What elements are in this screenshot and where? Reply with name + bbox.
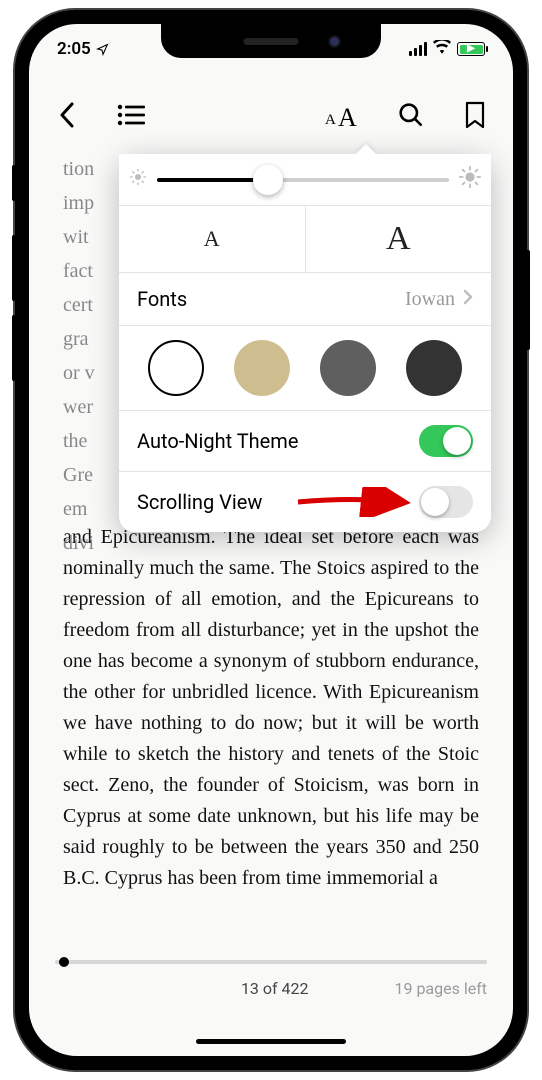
fonts-label: Fonts — [137, 287, 187, 311]
page-text-visible: and Epicureanism. The ideal set before e… — [63, 522, 479, 894]
fonts-value: Iowan — [405, 288, 455, 311]
brightness-low-icon — [129, 168, 147, 191]
table-of-contents-button[interactable] — [113, 97, 149, 133]
search-button[interactable] — [393, 97, 429, 133]
brightness-slider[interactable] — [157, 178, 449, 182]
battery-icon: ▶ — [457, 42, 485, 56]
home-indicator[interactable] — [196, 1039, 346, 1044]
page-text-obscured: tion imp wit fact cert gra or v wer the … — [63, 152, 95, 560]
theme-white-button[interactable] — [148, 340, 204, 396]
cellular-signal-icon — [409, 42, 427, 56]
reader-toolbar: AA — [29, 88, 513, 142]
back-button[interactable] — [49, 97, 85, 133]
appearance-button[interactable]: AA — [321, 97, 365, 133]
theme-dark-button[interactable] — [406, 340, 462, 396]
reading-progress-thumb[interactable] — [59, 957, 69, 967]
device-notch — [161, 24, 381, 58]
scrolling-view-toggle[interactable] — [419, 486, 473, 518]
page-counter: 13 of 422 — [155, 979, 394, 998]
brightness-thumb[interactable] — [253, 165, 283, 195]
brightness-high-icon — [459, 166, 481, 193]
page-footer: 13 of 422 19 pages left — [29, 979, 513, 998]
font-size-row: A A — [119, 206, 491, 273]
theme-sepia-button[interactable] — [234, 340, 290, 396]
wifi-icon — [433, 40, 451, 58]
decrease-font-button[interactable]: A — [119, 212, 305, 266]
theme-gray-button[interactable] — [320, 340, 376, 396]
pages-left: 19 pages left — [394, 979, 487, 998]
bookmark-button[interactable] — [457, 97, 493, 133]
brightness-slider-row — [119, 154, 491, 206]
chevron-right-icon — [463, 288, 473, 311]
auto-night-label: Auto-Night Theme — [137, 429, 419, 453]
reading-progress-bar[interactable] — [55, 960, 487, 964]
svg-text:A: A — [338, 103, 357, 128]
auto-night-row: Auto-Night Theme — [119, 411, 491, 472]
svg-text:A: A — [325, 112, 336, 128]
auto-night-toggle[interactable] — [419, 425, 473, 457]
increase-font-button[interactable]: A — [305, 206, 492, 272]
fonts-row[interactable]: Fonts Iowan — [119, 273, 491, 326]
theme-row — [119, 326, 491, 411]
scrolling-view-row: Scrolling View — [119, 472, 491, 532]
appearance-popover: A A Fonts Iowan Auto-Night Theme — [119, 154, 491, 532]
annotation-arrow — [293, 487, 413, 517]
status-time: 2:05 — [57, 39, 109, 59]
